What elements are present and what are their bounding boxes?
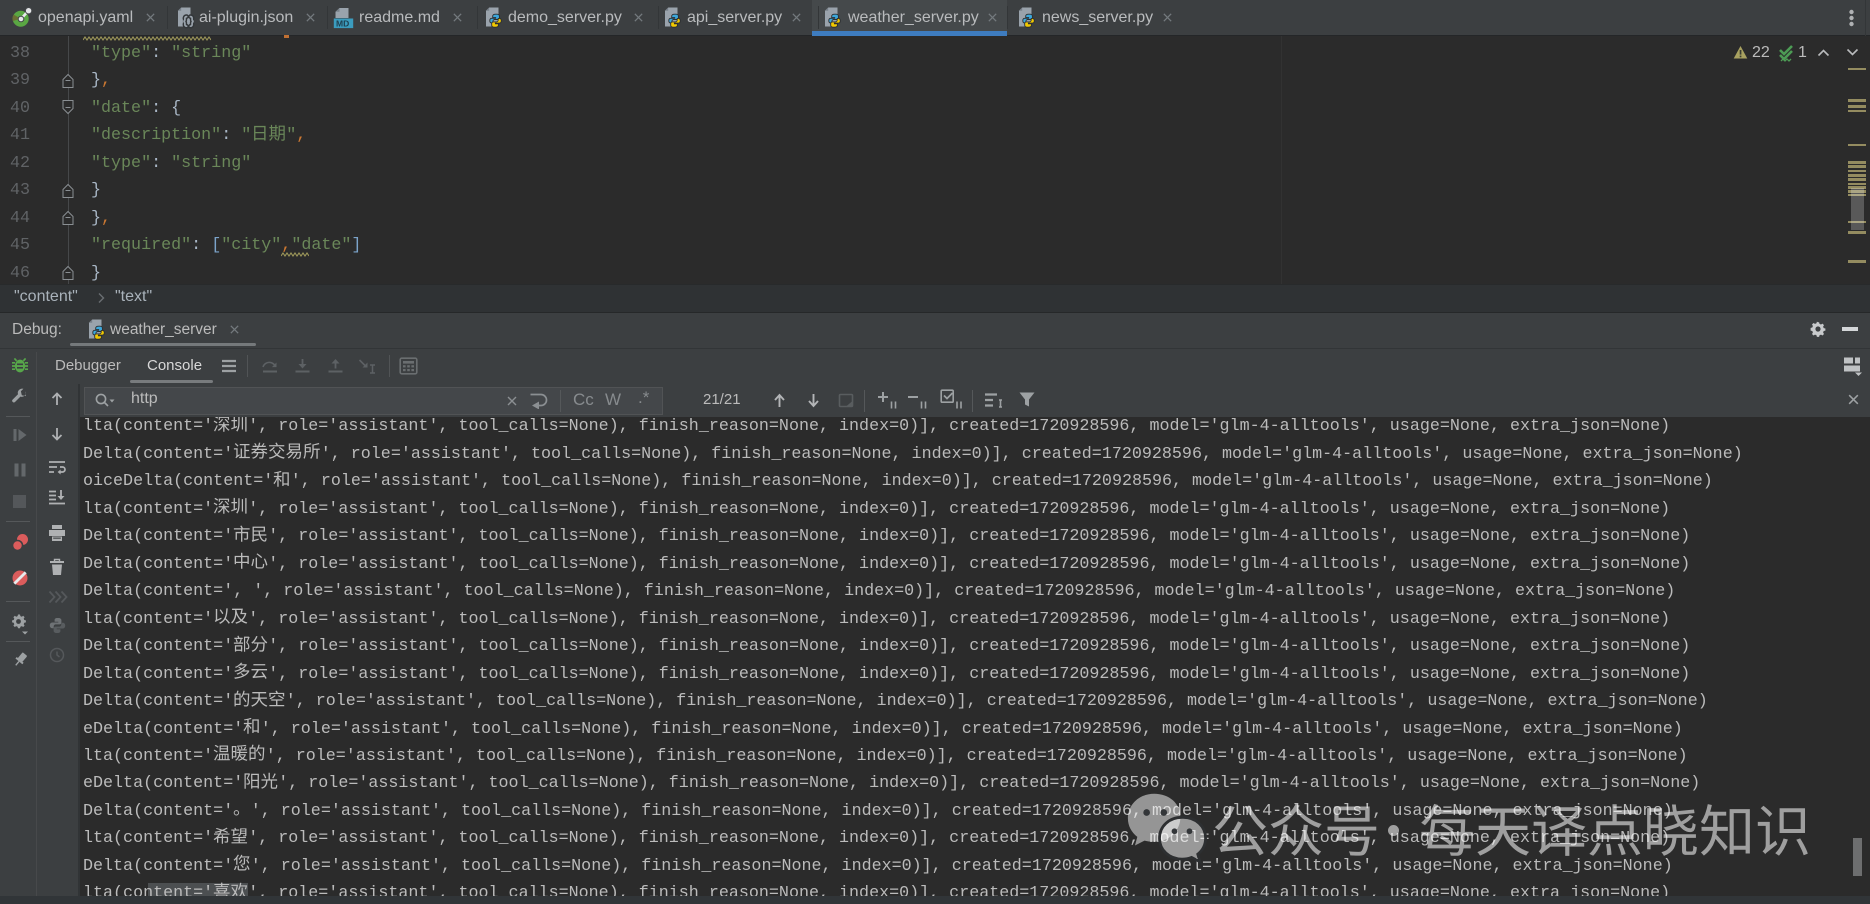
svg-text:MD: MD [336,18,349,28]
